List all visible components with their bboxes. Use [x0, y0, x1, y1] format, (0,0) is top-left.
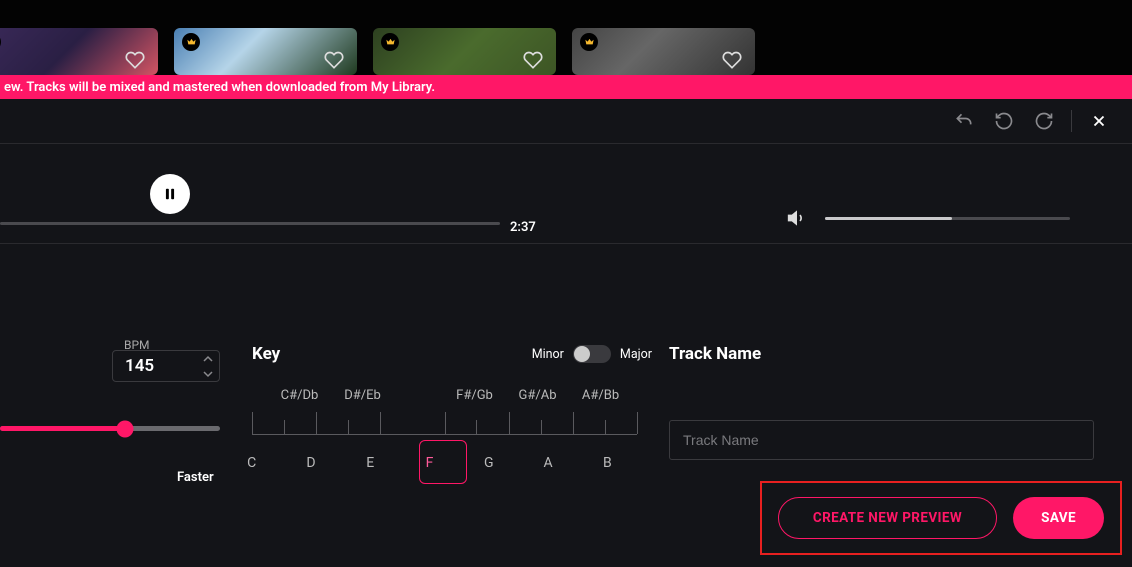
- key-sharp[interactable]: A#/Bb: [569, 388, 632, 403]
- key-ticks: [252, 411, 637, 435]
- bpm-control: BPM 145: [112, 338, 220, 382]
- volume-slider[interactable]: [825, 217, 1070, 220]
- playlist-card[interactable]: [0, 28, 158, 75]
- action-buttons: CREATE NEW PREVIEW SAVE: [760, 481, 1122, 555]
- key-note-selected[interactable]: F: [400, 455, 459, 471]
- time-current: 2:37: [510, 220, 536, 235]
- bpm-down-icon[interactable]: [197, 366, 219, 381]
- mode-toggle[interactable]: [573, 345, 611, 363]
- key-control: Key Minor Major: [252, 344, 652, 364]
- history-back-icon[interactable]: [951, 108, 977, 134]
- divider: [1071, 110, 1072, 132]
- volume-icon[interactable]: [787, 208, 807, 228]
- seek-bar[interactable]: [0, 222, 500, 225]
- playlist-card[interactable]: [373, 28, 556, 75]
- crown-badge: [182, 33, 200, 51]
- crown-badge: [580, 33, 598, 51]
- editor-panel: BPM 145 Faster Key Minor: [0, 244, 1132, 567]
- volume-control: [787, 208, 1070, 228]
- heart-icon[interactable]: [721, 50, 743, 70]
- heart-icon[interactable]: [522, 50, 544, 70]
- bpm-slider[interactable]: [0, 426, 220, 431]
- key-label: Key: [252, 344, 280, 364]
- undo-icon[interactable]: [991, 108, 1017, 134]
- key-mode-toggle: Minor Major: [532, 345, 652, 363]
- track-name-input[interactable]: [669, 420, 1094, 460]
- bpm-input[interactable]: 145: [112, 350, 220, 382]
- playlist-cards: [0, 28, 755, 75]
- create-preview-button[interactable]: CREATE NEW PREVIEW: [778, 497, 997, 539]
- redo-icon[interactable]: [1031, 108, 1057, 134]
- bpm-up-icon[interactable]: [197, 351, 219, 366]
- bpm-stepper: [197, 351, 219, 381]
- heart-icon[interactable]: [323, 50, 345, 70]
- bpm-slider-fill: [0, 426, 125, 431]
- key-sharps-row: C#/Db D#/Eb F#/Gb G#/Ab A#/Bb: [252, 388, 637, 403]
- key-note[interactable]: B: [578, 455, 637, 471]
- key-note[interactable]: A: [518, 455, 577, 471]
- crown-badge: [0, 33, 1, 51]
- banner-text: ew. Tracks will be mixed and mastered wh…: [4, 80, 435, 95]
- key-note[interactable]: D: [281, 455, 340, 471]
- playlist-card[interactable]: [174, 28, 357, 75]
- key-note[interactable]: G: [459, 455, 518, 471]
- key-sharp[interactable]: C#/Db: [268, 388, 331, 403]
- key-note[interactable]: E: [341, 455, 400, 471]
- key-sharp[interactable]: D#/Eb: [331, 388, 394, 403]
- key-note[interactable]: C: [222, 455, 281, 471]
- key-sharp[interactable]: G#/Ab: [506, 388, 569, 403]
- track-name-group: Track Name: [669, 344, 1094, 460]
- bpm-faster-label: Faster: [177, 470, 214, 485]
- toggle-thumb: [574, 346, 590, 362]
- key-scale: C#/Db D#/Eb F#/Gb G#/Ab A#/Bb C D E F: [252, 388, 637, 471]
- playlist-card[interactable]: [572, 28, 755, 75]
- track-name-label: Track Name: [669, 344, 1094, 364]
- close-icon[interactable]: [1086, 108, 1112, 134]
- editor-top-bar: [0, 99, 1132, 144]
- volume-fill: [825, 217, 952, 220]
- crown-badge: [381, 33, 399, 51]
- mode-minor-label: Minor: [532, 347, 564, 362]
- heart-icon[interactable]: [124, 50, 146, 70]
- bpm-value: 145: [113, 356, 197, 376]
- bpm-slider-thumb[interactable]: [117, 420, 134, 437]
- key-sharp[interactable]: F#/Gb: [443, 388, 506, 403]
- info-banner: ew. Tracks will be mixed and mastered wh…: [0, 75, 1132, 99]
- player: 2:37: [0, 144, 1132, 244]
- save-button[interactable]: SAVE: [1013, 497, 1104, 539]
- pause-button[interactable]: [150, 174, 190, 214]
- mode-major-label: Major: [620, 347, 652, 362]
- key-naturals-row: C D E F G A B: [222, 455, 637, 471]
